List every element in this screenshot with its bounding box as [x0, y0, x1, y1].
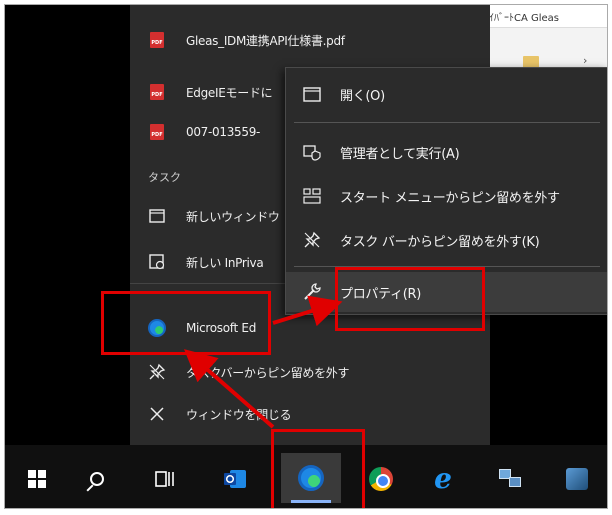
arrow-app-to-properties [272, 295, 343, 327]
desktop-screen: ｲﾊﾞｰﾄCA Gleas › PDF Gleas_IDM連携API仕様書.pd… [4, 4, 608, 509]
arrow-taskbar-to-app [183, 349, 275, 429]
annotation-arrows [183, 295, 343, 429]
